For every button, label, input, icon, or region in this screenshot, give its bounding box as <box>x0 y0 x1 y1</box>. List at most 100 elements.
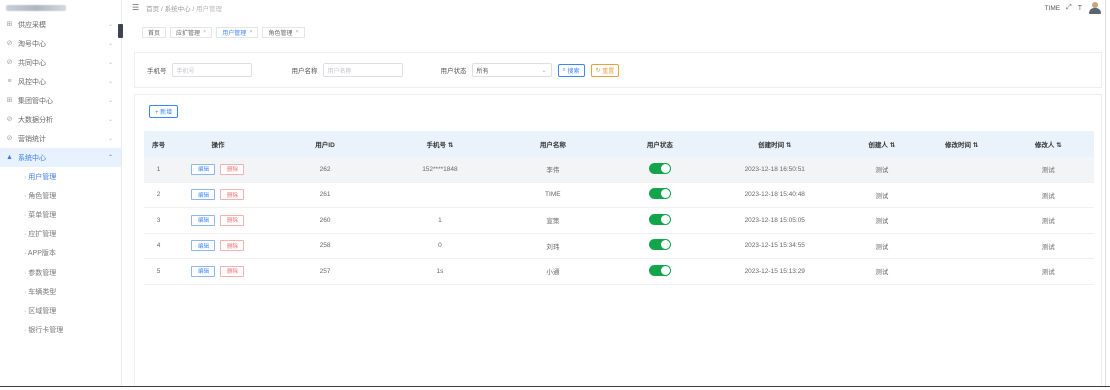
window-bottom-border <box>0 386 1110 390</box>
cell-creator: 测试 <box>875 167 889 175</box>
sidebar-subitem-role-mgmt[interactable]: · 角色管理 <box>0 186 121 205</box>
tag-role-mgmt[interactable]: 角色管理 × <box>262 26 305 38</box>
cell-user-id: 258 <box>319 242 331 250</box>
table-row: 1 编辑 删除 262 152****1848 李伟 2023-12-18 16… <box>144 157 1094 183</box>
col-header-created[interactable]: 创建时间 ⇅ <box>707 139 843 149</box>
fullscreen-icon[interactable]: ⤢ <box>1066 4 1072 12</box>
delete-button[interactable]: 删除 <box>220 163 245 175</box>
delete-button[interactable]: 删除 <box>220 265 245 277</box>
cell-index: 2 <box>156 191 161 199</box>
cell-created: 2023-12-18 16:50:51 <box>744 165 805 173</box>
breadcrumb-home[interactable]: 首页 <box>146 6 159 13</box>
cell-actions: 编辑 删除 <box>173 240 263 252</box>
close-icon[interactable]: × <box>249 29 252 35</box>
sidebar-subitem-user-mgmt[interactable]: · 用户管理 <box>0 167 121 186</box>
delete-button[interactable]: 删除 <box>220 189 245 201</box>
table-row: 2 编辑 删除 261 TIME 2023-12-18 15:40:48 测试 … <box>144 183 1094 208</box>
sidebar-item-label: 风控中心 <box>18 78 46 86</box>
sidebar-item-number-center[interactable]: ⊘ 淘号中心 ⌄ <box>0 34 121 53</box>
edit-button[interactable]: 编辑 <box>191 265 216 277</box>
sidebar: ⊞ 供应采模 ⌄ ⊘ 淘号中心 ⌄ ⊘ 共同中心 ⌄ ≡ 风控中心 ⌄ ⊞ 集团… <box>0 0 122 390</box>
table-row: 5 编辑 删除 257 1s 小通 2023-12-15 15:13:29 测试… <box>144 259 1094 285</box>
cell-phone: 152****1848 <box>422 165 458 173</box>
status-toggle[interactable] <box>648 162 671 174</box>
status-toggle[interactable] <box>648 213 671 225</box>
refresh-icon: ↻ <box>595 67 603 74</box>
phone-input[interactable]: 手机号 <box>171 63 252 77</box>
col-header-modifier[interactable]: 修改人 ⇅ <box>1003 139 1095 149</box>
cell-modifier: 测试 <box>1041 269 1055 277</box>
cell-creator: 测试 <box>875 243 889 251</box>
cell-username: TIME <box>545 191 561 199</box>
sidebar-item-supply[interactable]: ⊞ 供应采模 ⌄ <box>0 15 121 34</box>
sidebar-item-data-analysis[interactable]: ⊘ 大数据分析 ⌄ <box>0 110 121 129</box>
sidebar-subitem-menu-mgmt[interactable]: · 菜单管理 <box>0 205 121 224</box>
col-header-phone[interactable]: 手机号 ⇅ <box>387 139 492 149</box>
tag-ext-mgmt[interactable]: 应扩管理 × <box>170 26 213 38</box>
reset-button-label: 重置 <box>602 68 615 75</box>
cell-status <box>613 239 706 252</box>
breadcrumb-mid[interactable]: 系统中心 <box>165 6 191 13</box>
edit-button[interactable]: 编辑 <box>191 240 216 252</box>
status-toggle[interactable] <box>648 264 671 276</box>
chevron-down-icon: ⌄ <box>107 60 113 66</box>
building-icon: ⊞ <box>6 97 13 104</box>
search-button[interactable]: ⌕ 搜索 <box>557 63 585 77</box>
cell-index: 3 <box>156 216 161 224</box>
reset-button[interactable]: ↻ 重置 <box>590 63 620 77</box>
sidebar-item-common-center[interactable]: ⊘ 共同中心 ⌄ <box>0 53 121 72</box>
sidebar-subitem-ext-mgmt[interactable]: · 应扩管理 <box>0 225 121 244</box>
cell-username: 小通 <box>546 269 560 277</box>
cell-actions: 编辑 删除 <box>173 265 263 277</box>
cell-status <box>613 264 706 278</box>
status-toggle[interactable] <box>648 188 671 200</box>
edit-button[interactable]: 编辑 <box>191 189 216 201</box>
status-toggle[interactable] <box>648 239 671 251</box>
add-button[interactable]: + 新增 <box>149 105 179 118</box>
status-select-value: 所有 <box>476 68 489 75</box>
col-header-creator[interactable]: 创建人 ⇅ <box>843 139 921 149</box>
delete-button[interactable]: 删除 <box>220 214 245 226</box>
sidebar-subitem-vehicle-type[interactable]: · 车辆类型 <box>0 282 121 301</box>
user-icon: ⊘ <box>6 59 13 66</box>
sidebar-item-group-center[interactable]: ⊞ 集团管中心 ⌄ <box>0 91 121 110</box>
col-header-status: 用户状态 <box>646 142 673 149</box>
sidebar-item-label: 淘号中心 <box>18 40 46 48</box>
status-select[interactable]: 所有 ⌄ <box>471 63 552 77</box>
sidebar-subitem-bankcard-mgmt[interactable]: · 银行卡管理 <box>0 321 121 340</box>
cell-user-id: 261 <box>319 191 331 199</box>
sidebar-subitem-param-mgmt[interactable]: · 参数管理 <box>0 263 121 282</box>
cell-status <box>613 162 706 176</box>
cell-user-id: 257 <box>319 267 331 275</box>
edit-button[interactable]: 编辑 <box>191 163 216 175</box>
menu-toggle-icon[interactable]: ☰ <box>132 3 139 12</box>
sidebar-item-label: 大数据分析 <box>18 116 53 124</box>
avatar[interactable] <box>1088 2 1102 14</box>
close-icon[interactable]: × <box>296 29 299 35</box>
sidebar-item-marketing-stats[interactable]: ⊘ 营销统计 ⌄ <box>0 129 121 148</box>
cell-phone: 0 <box>438 242 442 250</box>
search-button-label: 搜索 <box>567 68 580 75</box>
cell-index: 4 <box>156 242 161 250</box>
sidebar-item-label: 供应采模 <box>18 21 46 29</box>
status-label: 用户状态 <box>440 68 467 75</box>
sidebar-item-system-center[interactable]: ▲ 系统中心 ⌃ <box>0 148 121 167</box>
username-input[interactable]: 用户名称 <box>322 63 403 77</box>
chevron-up-icon: ⌃ <box>107 155 113 161</box>
sidebar-subitem-app-version[interactable]: · APP版本 <box>0 244 121 263</box>
sidebar-item-label: 共同中心 <box>18 59 46 67</box>
table-row: 4 编辑 删除 258 0 刘玮 2023-12-15 15:34:55 测试 … <box>144 234 1094 259</box>
close-icon[interactable]: × <box>203 29 206 35</box>
sidebar-subitem-region-mgmt[interactable]: · 区域管理 <box>0 301 121 320</box>
tag-user-mgmt[interactable]: 用户管理 × <box>216 26 259 38</box>
col-header-modified[interactable]: 修改时间 ⇅ <box>921 139 1003 149</box>
edit-button[interactable]: 编辑 <box>191 214 216 226</box>
cell-creator: 测试 <box>875 192 889 200</box>
cell-status <box>613 188 706 201</box>
cell-phone: 1 <box>438 216 442 224</box>
chevron-down-icon: ⌄ <box>541 67 547 74</box>
delete-button[interactable]: 删除 <box>220 240 245 252</box>
tag-home[interactable]: 首页 <box>142 26 167 38</box>
sidebar-item-risk-center[interactable]: ≡ 风控中心 ⌄ <box>0 72 121 91</box>
font-size-icon[interactable]: T <box>1078 5 1082 12</box>
